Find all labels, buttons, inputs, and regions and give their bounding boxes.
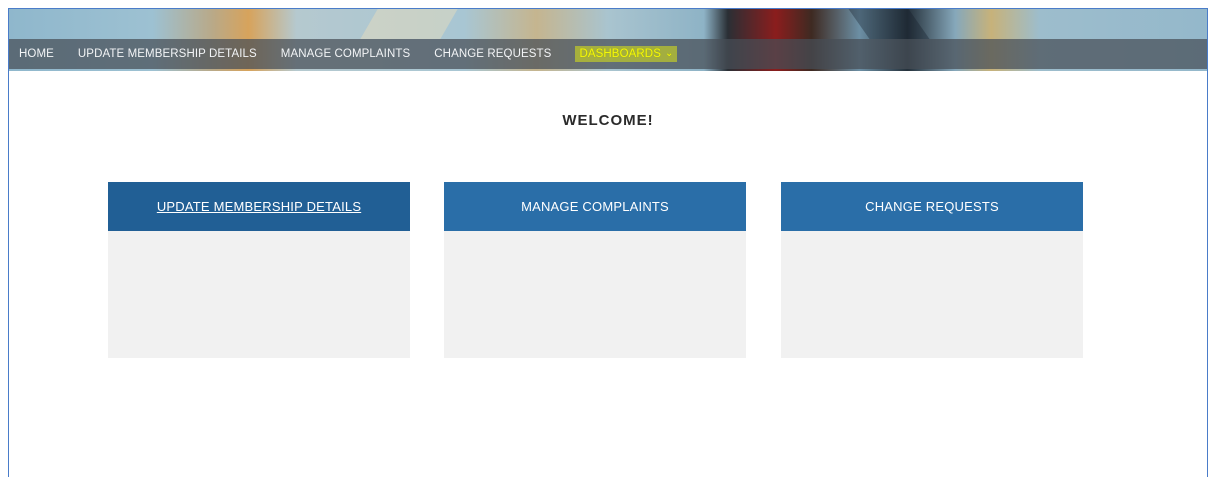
banner-decoration <box>848 9 930 39</box>
nav-item-dashboards[interactable]: DASHBOARDS ⌄ <box>563 39 689 69</box>
card-header-link[interactable]: MANAGE COMPLAINTS <box>444 182 746 231</box>
banner-decoration <box>360 9 458 39</box>
card-change-requests: CHANGE REQUESTS <box>781 182 1083 358</box>
top-navigation: HOME UPDATE MEMBERSHIP DETAILS MANAGE CO… <box>9 39 1207 69</box>
nav-item-home[interactable]: HOME <box>9 39 66 69</box>
card-manage-complaints: MANAGE COMPLAINTS <box>444 182 746 358</box>
chevron-down-icon: ⌄ <box>664 48 674 59</box>
card-header-link[interactable]: CHANGE REQUESTS <box>781 182 1083 231</box>
nav-item-dashboards-label: DASHBOARDS ⌄ <box>575 46 678 62</box>
app-frame: HOME UPDATE MEMBERSHIP DETAILS MANAGE CO… <box>8 8 1208 477</box>
page-title: WELCOME! <box>562 112 654 129</box>
nav-item-change-requests[interactable]: CHANGE REQUESTS <box>422 39 563 69</box>
nav-item-manage-complaints[interactable]: MANAGE COMPLAINTS <box>269 39 423 69</box>
card-header-link[interactable]: UPDATE MEMBERSHIP DETAILS <box>108 182 410 231</box>
card-update-membership-details: UPDATE MEMBERSHIP DETAILS <box>108 182 410 358</box>
nav-item-update-membership-details[interactable]: UPDATE MEMBERSHIP DETAILS <box>66 39 269 69</box>
